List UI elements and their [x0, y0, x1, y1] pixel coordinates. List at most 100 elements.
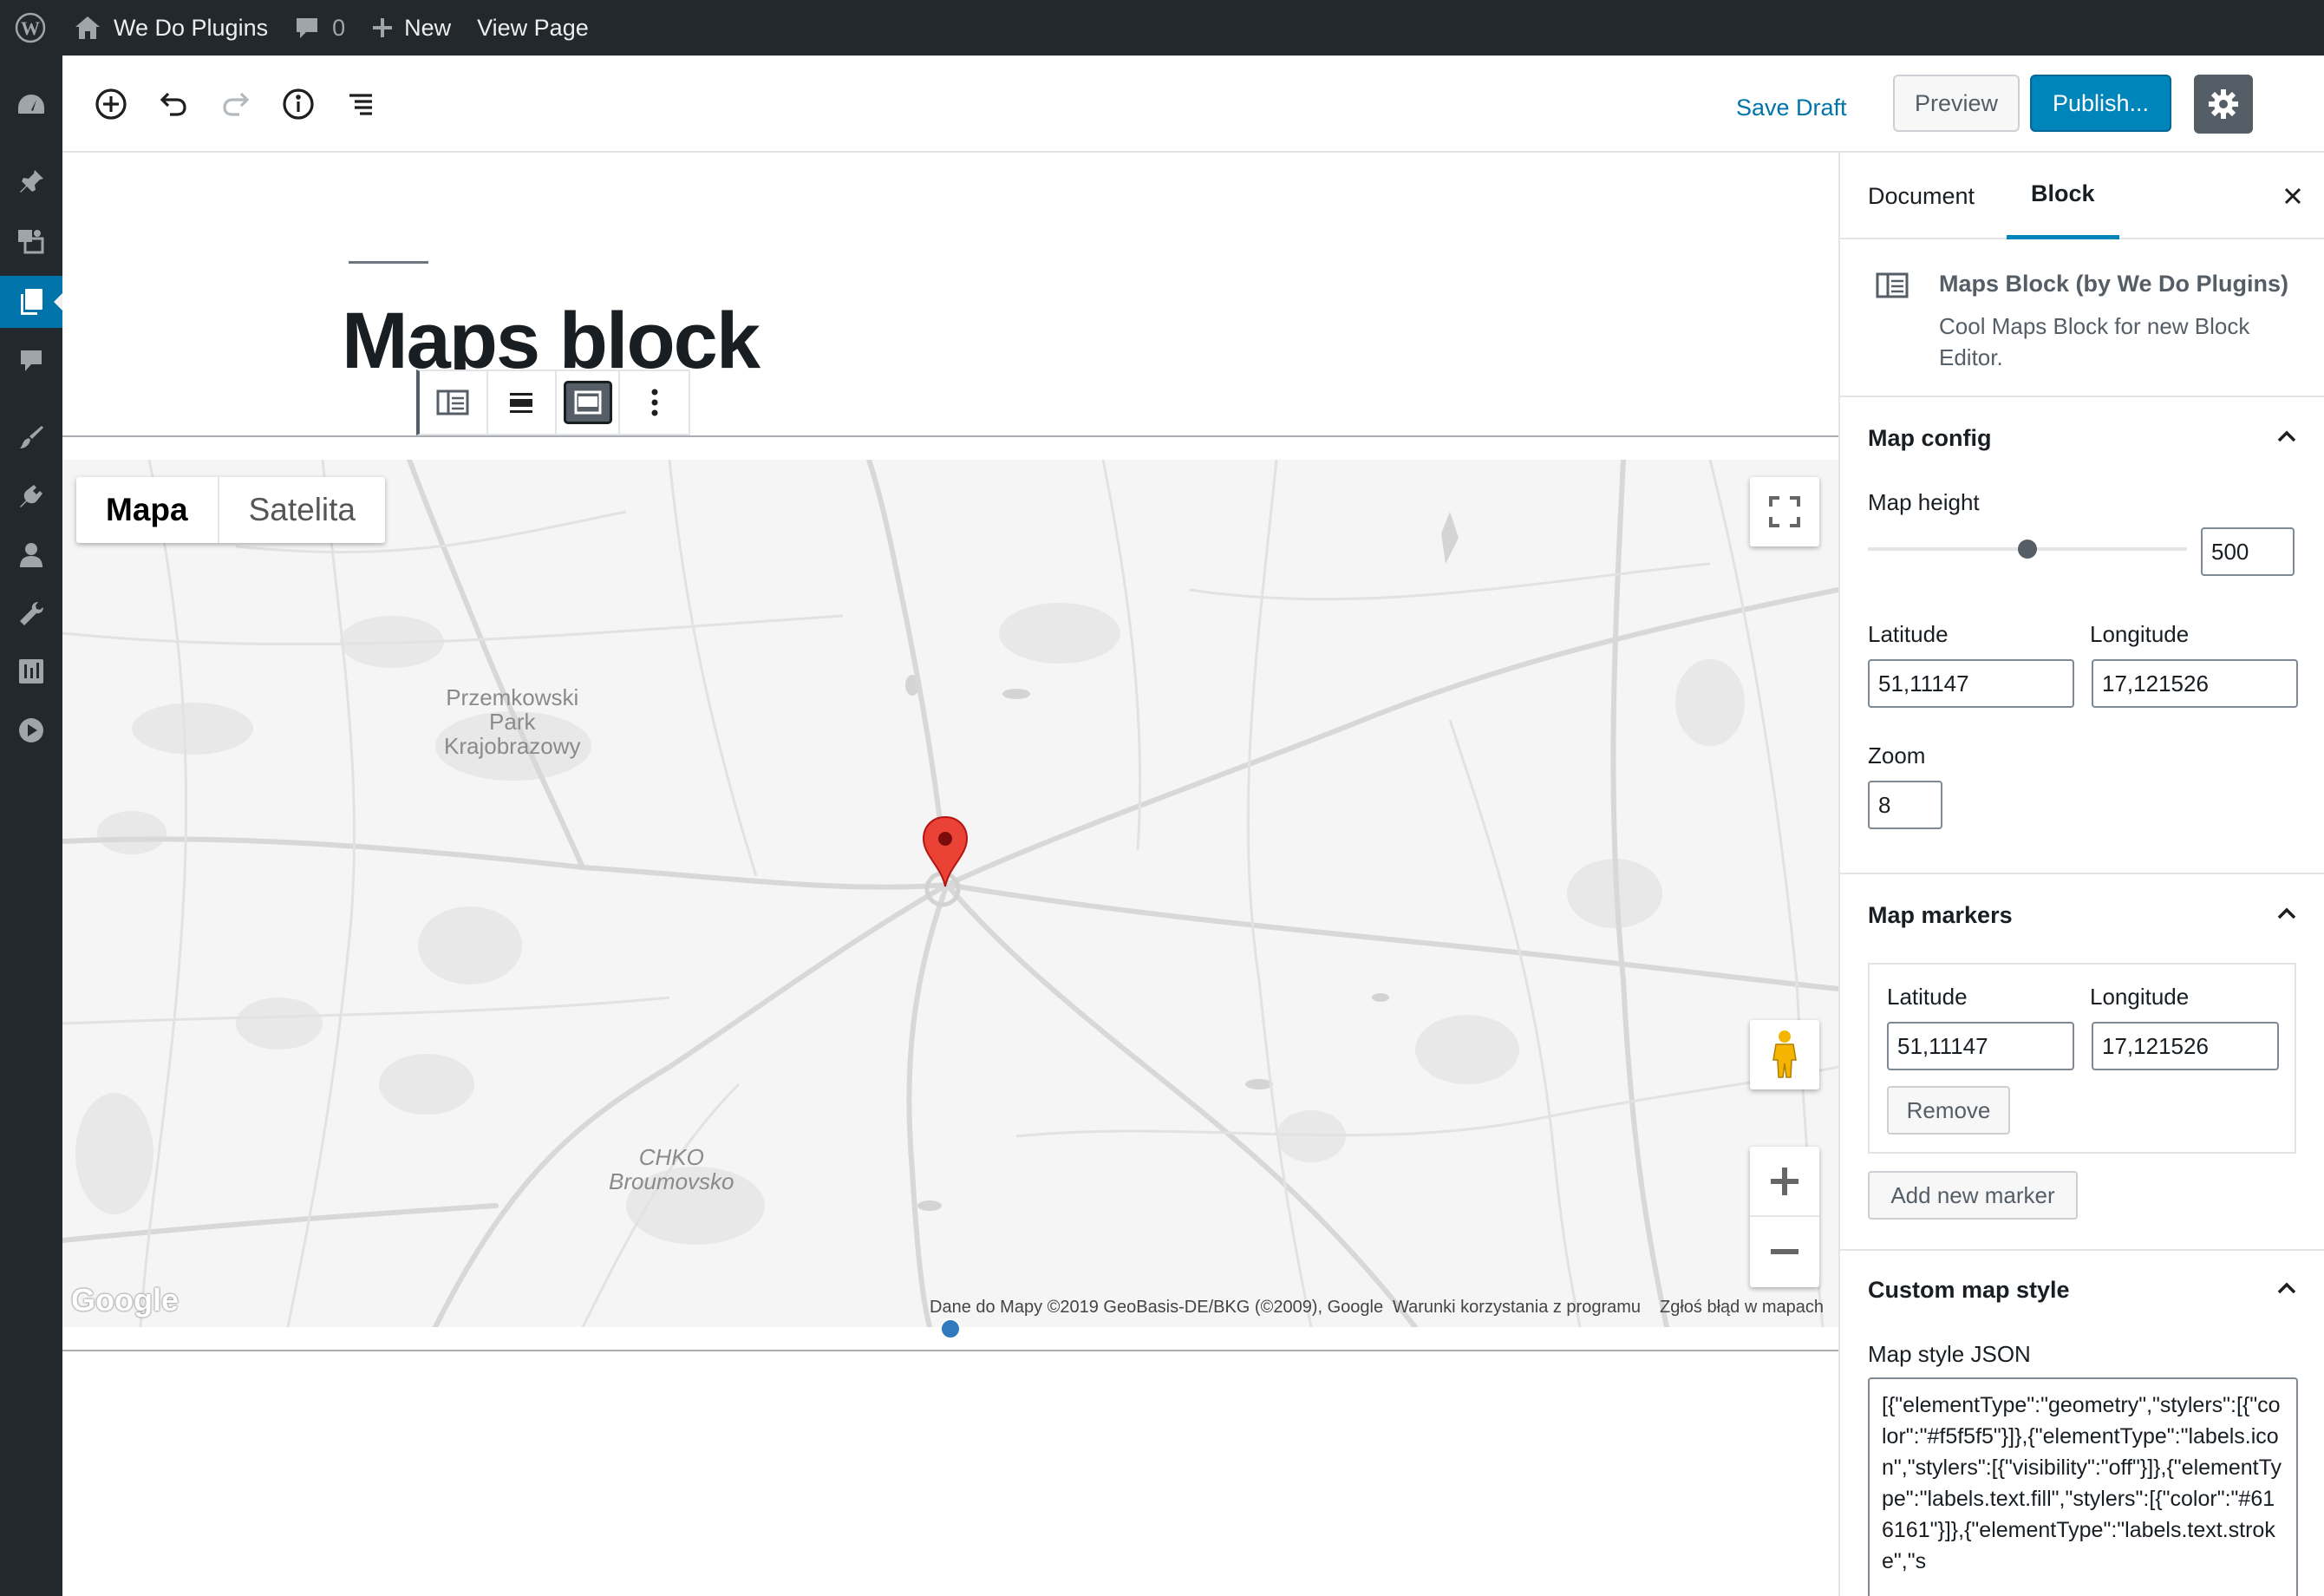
tools-icon[interactable]	[0, 588, 62, 640]
editor-content: Maps block Mapa Satelita Przemkowski Par…	[62, 153, 1838, 1596]
block-outline-top	[62, 435, 1838, 437]
map-height-slider[interactable]	[1868, 540, 2187, 559]
posts-pin-icon[interactable]	[0, 156, 62, 208]
panel-divider	[1840, 1249, 2324, 1251]
save-draft-button[interactable]: Save Draft	[1736, 87, 1847, 128]
info-icon[interactable]	[274, 80, 323, 128]
zoom-input[interactable]: 8	[1868, 781, 1942, 829]
add-block-icon[interactable]	[87, 80, 135, 128]
fullscreen-icon[interactable]	[1750, 477, 1819, 546]
longitude-input[interactable]: 17,121526	[2092, 659, 2298, 708]
marker-longitude-label: Longitude	[2090, 984, 2190, 1010]
chko-label-line-2: Broumovsko	[609, 1168, 734, 1194]
block-type-icon[interactable]	[420, 371, 488, 434]
preview-button[interactable]: Preview	[1893, 75, 2020, 132]
block-description: Cool Maps Block for new Block Editor.	[1939, 313, 2250, 370]
play-icon[interactable]	[0, 704, 62, 756]
admin-menu	[0, 56, 62, 1596]
google-map[interactable]: Mapa Satelita Przemkowski Park Krajobraz…	[62, 460, 1838, 1327]
custom-map-style-title[interactable]: Custom map style	[1868, 1277, 2070, 1304]
close-icon[interactable]	[2275, 179, 2310, 213]
users-icon[interactable]	[0, 529, 62, 581]
wordpress-logo-icon[interactable]: W	[0, 0, 61, 56]
zoom-label: Zoom	[1868, 742, 1926, 769]
tab-block[interactable]: Block	[2007, 153, 2119, 239]
marker-longitude-input[interactable]: 17,121526	[2092, 1022, 2279, 1070]
block-title: Maps Block (by We Do Plugins)	[1939, 271, 2289, 297]
media-icon[interactable]	[0, 215, 62, 267]
map-type-control: Mapa Satelita	[76, 477, 385, 543]
admin-bar: W We Do Plugins 0 New View Page	[0, 0, 2324, 56]
street-view-pegman-icon[interactable]	[1750, 1020, 1819, 1089]
comments-count: 0	[332, 14, 346, 41]
map-height-input[interactable]: 500	[2201, 527, 2295, 576]
block-type-icon	[1875, 271, 1909, 304]
slider-track-fill	[1868, 547, 2027, 551]
dashboard-icon[interactable]	[0, 78, 62, 130]
sidebar-tabs: Document Block	[1840, 153, 2324, 239]
tab-document[interactable]: Document	[1868, 153, 1975, 239]
svg-text:W: W	[21, 17, 40, 39]
slider-thumb[interactable]	[2018, 540, 2037, 559]
outline-icon[interactable]	[336, 80, 385, 128]
park-label-line-1: Przemkowski	[446, 684, 579, 710]
home-icon	[74, 15, 101, 41]
zoom-out-icon[interactable]	[1750, 1217, 1819, 1286]
map-canvas	[62, 460, 1838, 1327]
map-terms-link[interactable]: Warunki korzystania z programu	[1393, 1298, 1641, 1322]
view-page-label: View Page	[477, 14, 589, 41]
plugins-icon[interactable]	[0, 470, 62, 522]
title-separator	[349, 261, 428, 264]
add-new-marker-button[interactable]: Add new marker	[1868, 1171, 2078, 1220]
marker-latitude-input[interactable]: 51,11147	[1887, 1022, 2074, 1070]
google-logo: Google	[71, 1282, 179, 1318]
map-config-title[interactable]: Map config	[1868, 425, 1992, 452]
undo-icon[interactable]	[149, 80, 198, 128]
comments-link[interactable]: 0	[281, 0, 358, 56]
resize-handle[interactable]	[940, 1318, 961, 1339]
zoom-control	[1750, 1147, 1819, 1287]
settings-gear-icon[interactable]	[2194, 75, 2253, 134]
zoom-in-icon[interactable]	[1750, 1148, 1819, 1217]
new-label: New	[404, 14, 452, 41]
map-markers-title[interactable]: Map markers	[1868, 902, 2013, 929]
latitude-input[interactable]: 51,11147	[1868, 659, 2074, 708]
latitude-label: Latitude	[1868, 621, 1949, 647]
editor-header: Save Draft Preview Publish...	[62, 56, 2324, 153]
panel-divider	[1840, 873, 2324, 874]
settings-sliders-icon[interactable]	[0, 645, 62, 697]
chevron-up-icon[interactable]	[2274, 423, 2300, 449]
appearance-icon[interactable]	[0, 411, 62, 463]
map-attribution: Dane do Mapy ©2019 GeoBasis-DE/BKG (©200…	[930, 1298, 1384, 1317]
map-marker-icon[interactable]	[921, 815, 969, 893]
map-style-json-textarea[interactable]: [{"elementType":"geometry","stylers":[{"…	[1868, 1377, 2298, 1596]
chko-label-line-1: CHKO	[638, 1144, 704, 1170]
map-height-label: Map height	[1868, 489, 1980, 515]
map-type-map-button[interactable]: Mapa	[76, 477, 218, 543]
remove-marker-button[interactable]: Remove	[1887, 1086, 2010, 1135]
site-name: We Do Plugins	[114, 14, 269, 41]
longitude-label: Longitude	[2090, 621, 2190, 647]
new-content-link[interactable]: New	[358, 0, 464, 56]
marker-latitude-label: Latitude	[1887, 984, 1968, 1010]
view-page-link[interactable]: View Page	[464, 0, 602, 56]
map-style-json-label: Map style JSON	[1868, 1341, 2031, 1367]
redo-icon[interactable]	[212, 80, 260, 128]
map-label-park: Przemkowski Park Krajobrazowy	[444, 685, 581, 758]
park-label-line-3: Krajobrazowy	[444, 733, 581, 759]
align-full-icon[interactable]	[557, 371, 621, 434]
block-more-icon[interactable]	[620, 371, 689, 434]
plus-icon	[371, 16, 394, 39]
publish-button[interactable]: Publish...	[2030, 75, 2171, 132]
map-report-link[interactable]: Zgłoś błąd w mapach	[1660, 1298, 1824, 1322]
map-type-satellite-button[interactable]: Satelita	[217, 477, 385, 543]
site-name-link[interactable]: We Do Plugins	[61, 0, 281, 56]
pages-icon[interactable]	[0, 276, 62, 328]
comments-icon[interactable]	[0, 335, 62, 387]
map-label-chko: CHKO Broumovsko	[609, 1145, 734, 1194]
chevron-up-icon[interactable]	[2274, 900, 2300, 926]
park-label-line-2: Park	[489, 709, 536, 735]
align-wide-icon[interactable]	[488, 371, 557, 434]
block-toolbar	[416, 370, 690, 435]
chevron-up-icon[interactable]	[2274, 1275, 2300, 1301]
